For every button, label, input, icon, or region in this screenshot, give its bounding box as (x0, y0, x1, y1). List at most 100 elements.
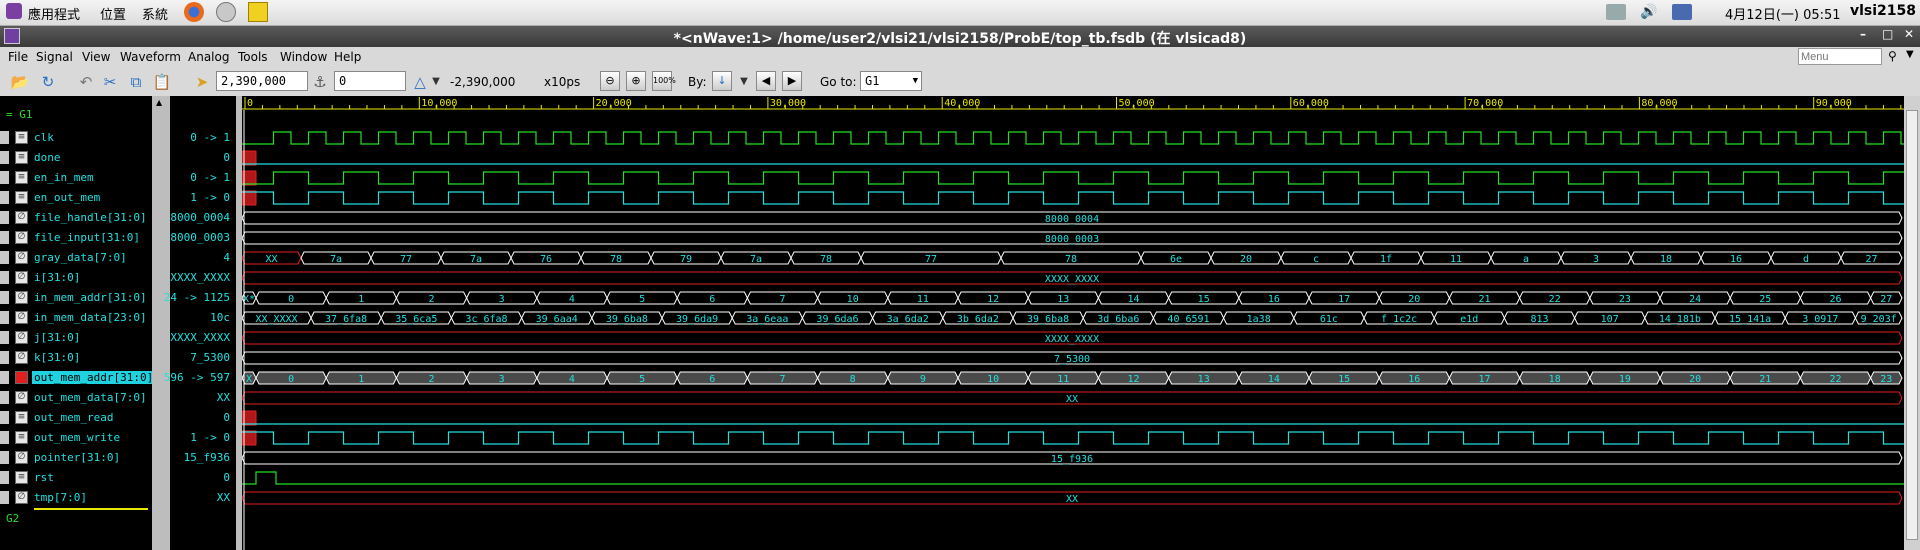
volume-icon[interactable]: 🔊 (1640, 4, 1657, 20)
network-icon[interactable] (1606, 4, 1626, 20)
search-forward-button[interactable]: ▶ (782, 71, 802, 91)
marker-time-input[interactable] (334, 71, 406, 91)
search-by-dropdown-icon[interactable]: ▼ (734, 72, 754, 92)
signal-row[interactable]: ∅ i[31:0] (0, 268, 152, 288)
signal-row[interactable]: out_mem_addr[31:0] (0, 368, 156, 388)
apps-menu[interactable]: 應用程式 (28, 4, 80, 23)
notes-icon[interactable] (248, 2, 268, 22)
signal-row[interactable]: ∅ out_mem_data[7:0] (0, 388, 152, 408)
group-g1[interactable]: = G1 (6, 108, 33, 121)
display-icon[interactable] (1672, 4, 1692, 20)
menu-search-icon[interactable]: ⚲ (1888, 49, 1897, 63)
signal-name[interactable]: file_input[31:0] (34, 231, 140, 244)
waveform-pane[interactable]: 0 10,000 20,000 30,000 40,000 50,000 60,000 70,… (242, 96, 1904, 550)
signal-name[interactable]: en_out_mem (34, 191, 100, 204)
cut-icon[interactable]: ✂ (100, 72, 120, 92)
menu-search-input[interactable] (1798, 48, 1882, 65)
open-folder-icon[interactable]: 📂 (10, 72, 30, 92)
signal-name[interactable]: k[31:0] (34, 351, 80, 364)
scrollbar-up-arrow[interactable]: ▲ (156, 98, 162, 107)
menu-help[interactable]: Help (334, 50, 361, 64)
signal-row[interactable]: ∅ in_mem_data[23:0] (0, 308, 152, 328)
signal-row[interactable]: ∅ gray_data[7:0] (0, 248, 152, 268)
signal-row[interactable]: ∅ file_handle[31:0] (0, 208, 152, 228)
signal-name[interactable]: tmp[7:0] (34, 491, 87, 504)
delta-dropdown-icon[interactable]: ▼ (426, 72, 446, 92)
signal-row[interactable]: ∅ in_mem_addr[31:0] (0, 288, 152, 308)
signal-row[interactable]: ≡ en_in_mem (0, 168, 152, 188)
menu-window[interactable]: Window (280, 50, 327, 64)
signal-type-icon (0, 451, 9, 464)
signal-row[interactable]: ≡ clk (0, 128, 152, 148)
undo-icon[interactable]: ↶ (76, 72, 96, 92)
signal-value-pane[interactable]: 0 -> 1 0 0 -> 1 1 -> 0 8000_0004 8000_0003 4 XX… (164, 96, 236, 550)
signal-row[interactable]: ∅ tmp[7:0] (0, 488, 152, 508)
window-titlebar[interactable]: *<nWave:1> /home/user2/vlsi21/vlsi2158/P… (0, 26, 1920, 47)
menu-waveform[interactable]: Waveform (120, 50, 181, 64)
user-name[interactable]: vlsi2158 (1850, 3, 1916, 19)
waveform-vertical-scrollbar[interactable] (1904, 96, 1920, 550)
menu-dropdown-icon[interactable]: ▼ (1906, 49, 1914, 60)
signal-name[interactable]: out_mem_read (34, 411, 113, 424)
signal-row[interactable]: ∅ j[31:0] (0, 328, 152, 348)
signal-pane-scrollbar[interactable]: ▲ (152, 96, 170, 550)
copy-icon[interactable]: ⧉ (126, 72, 146, 92)
maximize-button[interactable]: □ (1882, 27, 1893, 41)
signal-name[interactable]: j[31:0] (34, 331, 80, 344)
bus-icon: ∅ (15, 311, 28, 324)
ruler-label: 0 (247, 98, 253, 109)
signal-name[interactable]: done (34, 151, 61, 164)
menu-analog[interactable]: Analog (188, 50, 229, 64)
apps-menu-icon[interactable] (6, 3, 22, 19)
signal-name[interactable]: out_mem_addr[31:0] (32, 371, 156, 384)
signal-row[interactable]: ∅ pointer[31:0] (0, 448, 152, 468)
marker-icon[interactable]: ⚓ (310, 72, 330, 92)
signal-row[interactable]: ≡ en_out_mem (0, 188, 152, 208)
scrollbar-thumb[interactable] (1906, 110, 1918, 540)
search-by-button[interactable]: ↓ (712, 71, 732, 91)
paste-icon[interactable]: 📋 (152, 72, 172, 92)
menu-tools[interactable]: Tools (238, 50, 268, 64)
zoom-fit-button[interactable]: 100% (652, 71, 676, 91)
zoom-out-button[interactable]: ⊖ (600, 71, 620, 91)
signal-name[interactable]: out_mem_write (34, 431, 120, 444)
signal-row[interactable]: ∅ file_input[31:0] (0, 228, 152, 248)
signal-row[interactable]: ∅ k[31:0] (0, 348, 152, 368)
signal-name[interactable]: gray_data[7:0] (34, 251, 127, 264)
waveform-canvas[interactable]: 0 10,000 20,000 30,000 40,000 50,000 60,000 70,… (242, 96, 1904, 550)
group-g2[interactable]: G2 (6, 512, 19, 525)
firefox-icon[interactable] (184, 2, 204, 22)
in-mem-addr-wave-value: 15 (1198, 294, 1210, 305)
signal-name[interactable]: in_mem_addr[31:0] (34, 291, 147, 304)
signal-name[interactable]: i[31:0] (34, 271, 80, 284)
clock-settings-icon[interactable] (216, 2, 236, 22)
signal-name[interactable]: out_mem_data[7:0] (34, 391, 147, 404)
signal-name[interactable]: clk (34, 131, 54, 144)
clock[interactable]: 4月12日(一) 05:51 (1725, 4, 1841, 23)
reload-icon[interactable]: ↻ (38, 72, 58, 92)
signal-row[interactable]: ≡ out_mem_write (0, 428, 152, 448)
search-backward-button[interactable]: ◀ (756, 71, 776, 91)
menu-file[interactable]: File (8, 50, 28, 64)
goto-select[interactable]: G1 ▼ (860, 71, 922, 91)
menu-view[interactable]: View (82, 50, 110, 64)
system-menu[interactable]: 系統 (142, 4, 168, 23)
minimize-button[interactable]: – (1860, 27, 1866, 41)
signal-name[interactable]: en_in_mem (34, 171, 94, 184)
signal-name[interactable]: in_mem_data[23:0] (34, 311, 147, 324)
menu-signal[interactable]: Signal (36, 50, 73, 64)
signal-name[interactable]: file_handle[31:0] (34, 211, 147, 224)
close-button[interactable]: ✕ (1904, 27, 1914, 41)
signal-name-pane[interactable]: = G1 ≡ clk ≡ done ≡ en_in_mem ≡ en_out_mem ∅ file_… (0, 96, 156, 550)
signal-row[interactable]: ≡ rst (0, 468, 152, 488)
signal-name[interactable]: rst (34, 471, 54, 484)
places-menu[interactable]: 位置 (100, 4, 126, 23)
cursor-icon[interactable]: ➤ (192, 72, 212, 92)
gray-data-wave-value: 76 (540, 254, 552, 265)
signal-row[interactable]: ≡ out_mem_read (0, 408, 152, 428)
signal-row[interactable]: ≡ done (0, 148, 152, 168)
zoom-in-button[interactable]: ⊕ (626, 71, 646, 91)
cursor-time-input[interactable] (216, 71, 308, 91)
signal-value: XX (216, 491, 230, 504)
signal-name[interactable]: pointer[31:0] (34, 451, 120, 464)
